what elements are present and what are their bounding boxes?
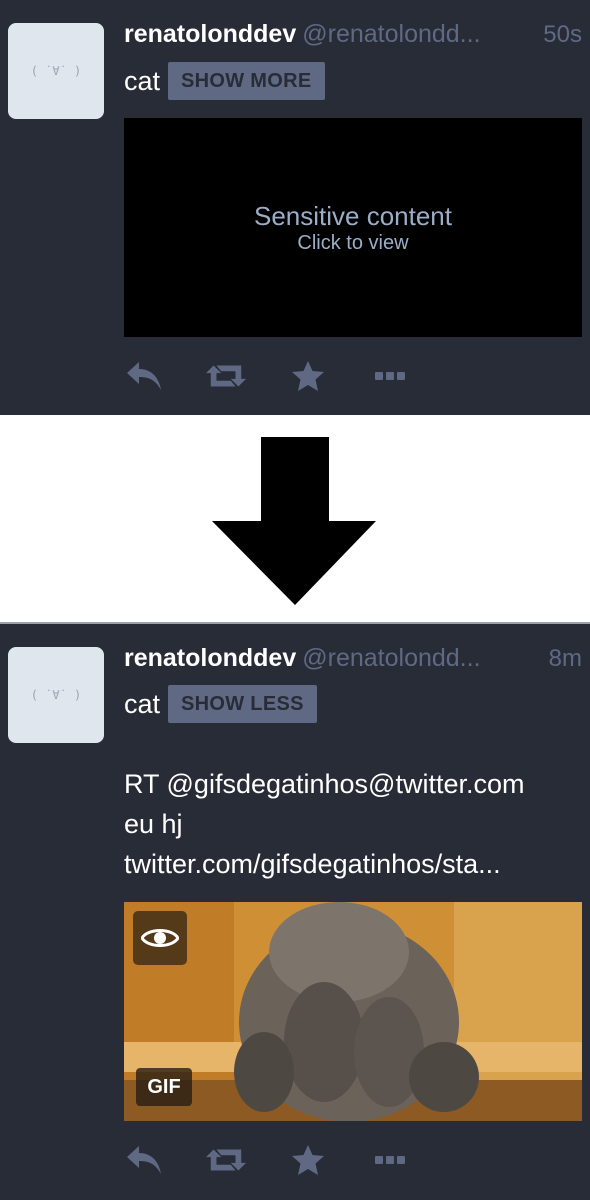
status-content-link[interactable]: twitter.com/gifsdegatinhos/sta... bbox=[124, 844, 580, 884]
boost-button[interactable] bbox=[206, 358, 246, 394]
action-bar bbox=[124, 1142, 410, 1178]
account-handle[interactable]: @renatolondd... bbox=[302, 644, 538, 673]
status-time[interactable]: 8m bbox=[549, 645, 582, 673]
more-icon bbox=[375, 372, 405, 380]
status-content-line: eu hj bbox=[124, 809, 183, 839]
status-content: RT @gifsdegatinhos@twitter.com eu hj twi… bbox=[124, 764, 580, 884]
hide-media-button[interactable] bbox=[133, 911, 187, 965]
action-bar bbox=[124, 358, 410, 394]
boost-icon bbox=[206, 365, 246, 387]
show-more-button[interactable]: SHOW MORE bbox=[168, 62, 325, 100]
gif-media[interactable]: GIF bbox=[124, 902, 582, 1121]
eye-icon bbox=[141, 929, 179, 947]
transition-arrow bbox=[0, 417, 590, 622]
reply-icon bbox=[127, 362, 161, 390]
status-header: renatolonddev @renatolondd... 8m bbox=[124, 644, 582, 676]
sensitive-media-overlay[interactable]: Sensitive content Click to view bbox=[124, 118, 582, 337]
status-header: renatolonddev @renatolondd... 50s bbox=[124, 20, 582, 52]
cat-image bbox=[124, 902, 582, 1121]
star-icon bbox=[292, 361, 324, 391]
show-less-button[interactable]: SHOW LESS bbox=[168, 685, 317, 723]
favourite-button[interactable] bbox=[288, 1142, 328, 1178]
star-icon bbox=[292, 1145, 324, 1175]
avatar[interactable]: ( ˙∀˙ ) bbox=[8, 23, 104, 119]
account-handle[interactable]: @renatolondd... bbox=[302, 20, 533, 49]
boost-button[interactable] bbox=[206, 1142, 246, 1178]
arrow-down-icon bbox=[212, 437, 376, 605]
favourite-button[interactable] bbox=[288, 358, 328, 394]
reply-button[interactable] bbox=[124, 358, 164, 394]
content-warning: cat SHOW LESS bbox=[124, 685, 317, 723]
reply-button[interactable] bbox=[124, 1142, 164, 1178]
boost-icon bbox=[206, 1149, 246, 1171]
avatar[interactable]: ( ˙∀˙ ) bbox=[8, 647, 104, 743]
more-button[interactable] bbox=[370, 1142, 410, 1178]
sensitive-title: Sensitive content bbox=[253, 200, 452, 231]
status-time[interactable]: 50s bbox=[543, 21, 582, 49]
reply-icon bbox=[127, 1146, 161, 1174]
gif-badge: GIF bbox=[136, 1068, 192, 1106]
status-content-line: RT @gifsdegatinhos@twitter.com bbox=[124, 769, 525, 799]
more-icon bbox=[375, 1156, 405, 1164]
status-collapsed: ( ˙∀˙ ) renatolonddev @renatolondd... 50… bbox=[0, 0, 590, 415]
spoiler-text: cat bbox=[124, 688, 161, 719]
display-name[interactable]: renatolonddev bbox=[124, 644, 296, 673]
avatar-face: ( ˙∀˙ ) bbox=[30, 64, 82, 78]
more-button[interactable] bbox=[370, 358, 410, 394]
avatar-face: ( ˙∀˙ ) bbox=[30, 688, 82, 702]
display-name[interactable]: renatolonddev bbox=[124, 20, 296, 49]
content-warning: cat SHOW MORE bbox=[124, 62, 325, 100]
spoiler-text: cat bbox=[124, 65, 161, 96]
sensitive-subtitle: Click to view bbox=[297, 231, 409, 254]
